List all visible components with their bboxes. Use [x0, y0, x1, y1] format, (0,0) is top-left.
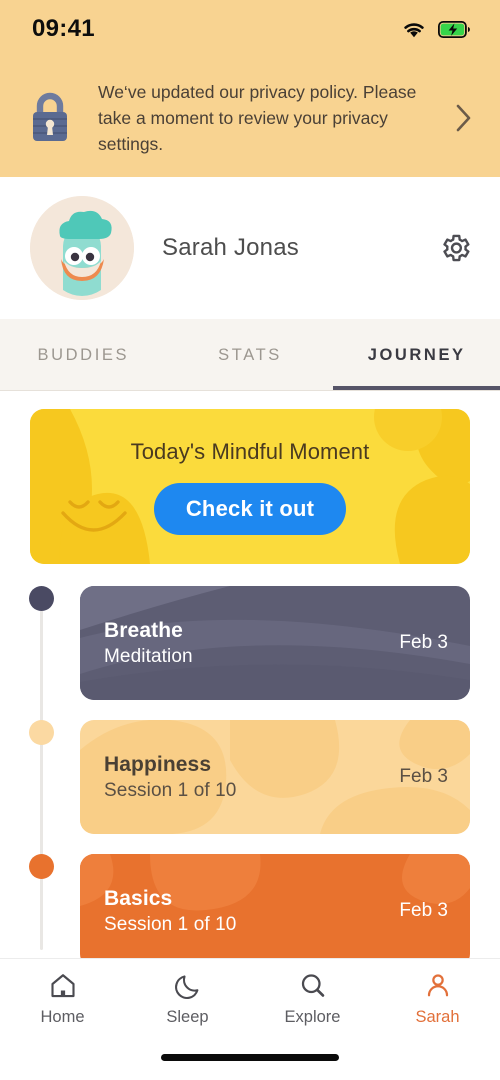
- journey-card-content: Basics Session 1 of 10 Feb 3: [80, 887, 470, 936]
- privacy-banner[interactable]: We‘ve updated our privacy policy. Please…: [0, 58, 500, 177]
- journey-card-date: Feb 3: [399, 632, 448, 653]
- journey-card-texts: Happiness Session 1 of 10: [104, 753, 399, 802]
- tab-stats-label: Stats: [218, 345, 282, 364]
- nav-label-home: Home: [40, 1008, 85, 1026]
- journey-card-title: Happiness: [104, 752, 212, 776]
- tab-journey-label: Journey: [367, 345, 466, 364]
- nav-label-sarah: Sarah: [415, 1008, 460, 1026]
- journey-card-texts: Basics Session 1 of 10: [104, 887, 399, 936]
- tab-buddies-label: Buddies: [37, 345, 130, 364]
- tab-buddies[interactable]: Buddies: [0, 319, 167, 391]
- moon-icon: [174, 975, 198, 1000]
- bottom-nav-items: Home Sleep Explore Sarah: [0, 959, 500, 1037]
- app-screen: 09:41 We‘ve updated our privacy policy. …: [0, 0, 500, 1080]
- chevron-right-icon[interactable]: [448, 102, 478, 134]
- journey-card-content: Happiness Session 1 of 10 Feb 3: [80, 753, 470, 802]
- nav-label-sleep: Sleep: [166, 1008, 209, 1026]
- mindful-moment-title: Today's Mindful Moment: [130, 438, 370, 464]
- timeline-dot: [29, 720, 54, 745]
- nav-item-home[interactable]: Home: [0, 971, 125, 1037]
- profile-header: Sarah Jonas: [0, 177, 500, 319]
- journey-card-subtitle: Session 1 of 10: [104, 779, 237, 801]
- tab-stats[interactable]: Stats: [167, 319, 334, 391]
- home-indicator[interactable]: [161, 1054, 339, 1061]
- avatar[interactable]: [30, 196, 134, 300]
- journey-card-date: Feb 3: [399, 766, 448, 787]
- wifi-icon: [404, 22, 424, 37]
- profile-name: Sarah Jonas: [162, 234, 299, 261]
- nav-item-explore[interactable]: Explore: [250, 971, 375, 1037]
- tab-journey[interactable]: Journey: [333, 319, 500, 391]
- journey-card-date: Feb 3: [399, 900, 448, 921]
- lock-icon: [24, 89, 76, 147]
- status-icons: [401, 20, 470, 39]
- nav-item-sleep[interactable]: Sleep: [125, 971, 250, 1037]
- journey-timeline: Breathe Meditation Feb 3 Happiness Sessi…: [0, 586, 500, 968]
- journey-card-title: Basics: [104, 886, 173, 910]
- journey-card-subtitle: Meditation: [104, 645, 193, 667]
- home-icon: [50, 974, 75, 998]
- journey-card-breathe[interactable]: Breathe Meditation Feb 3: [80, 586, 470, 700]
- banner-message: We‘ve updated our privacy policy. Please…: [98, 81, 417, 154]
- person-icon: [427, 974, 448, 997]
- nav-item-sarah[interactable]: Sarah: [375, 971, 500, 1037]
- timeline-row: Basics Session 1 of 10 Feb 3: [0, 854, 500, 968]
- gear-icon[interactable]: [436, 229, 474, 267]
- battery-charging-icon: [438, 20, 470, 38]
- timeline-row: Breathe Meditation Feb 3: [0, 586, 500, 700]
- search-icon: [301, 974, 324, 997]
- nav-label-explore: Explore: [284, 1008, 341, 1026]
- journey-card-texts: Breathe Meditation: [104, 619, 399, 668]
- timeline-dot: [29, 854, 54, 879]
- tab-bar: Buddies Stats Journey: [0, 319, 500, 391]
- journey-card-happiness[interactable]: Happiness Session 1 of 10 Feb 3: [80, 720, 470, 834]
- journey-card-title: Breathe: [104, 618, 183, 642]
- bottom-navigation: Home Sleep Explore Sarah: [0, 958, 500, 1080]
- status-time: 09:41: [32, 15, 95, 42]
- timeline-row: Happiness Session 1 of 10 Feb 3: [0, 720, 500, 834]
- journey-content: Today's Mindful Moment Check it out Brea…: [0, 391, 500, 1016]
- journey-card-basics[interactable]: Basics Session 1 of 10 Feb 3: [80, 854, 470, 968]
- status-bar: 09:41: [0, 0, 500, 58]
- check-it-out-button[interactable]: Check it out: [153, 482, 347, 535]
- mindful-moment-card[interactable]: Today's Mindful Moment Check it out: [30, 409, 470, 564]
- timeline-dot: [29, 586, 54, 611]
- journey-card-subtitle: Session 1 of 10: [104, 913, 237, 935]
- journey-card-content: Breathe Meditation Feb 3: [80, 619, 470, 668]
